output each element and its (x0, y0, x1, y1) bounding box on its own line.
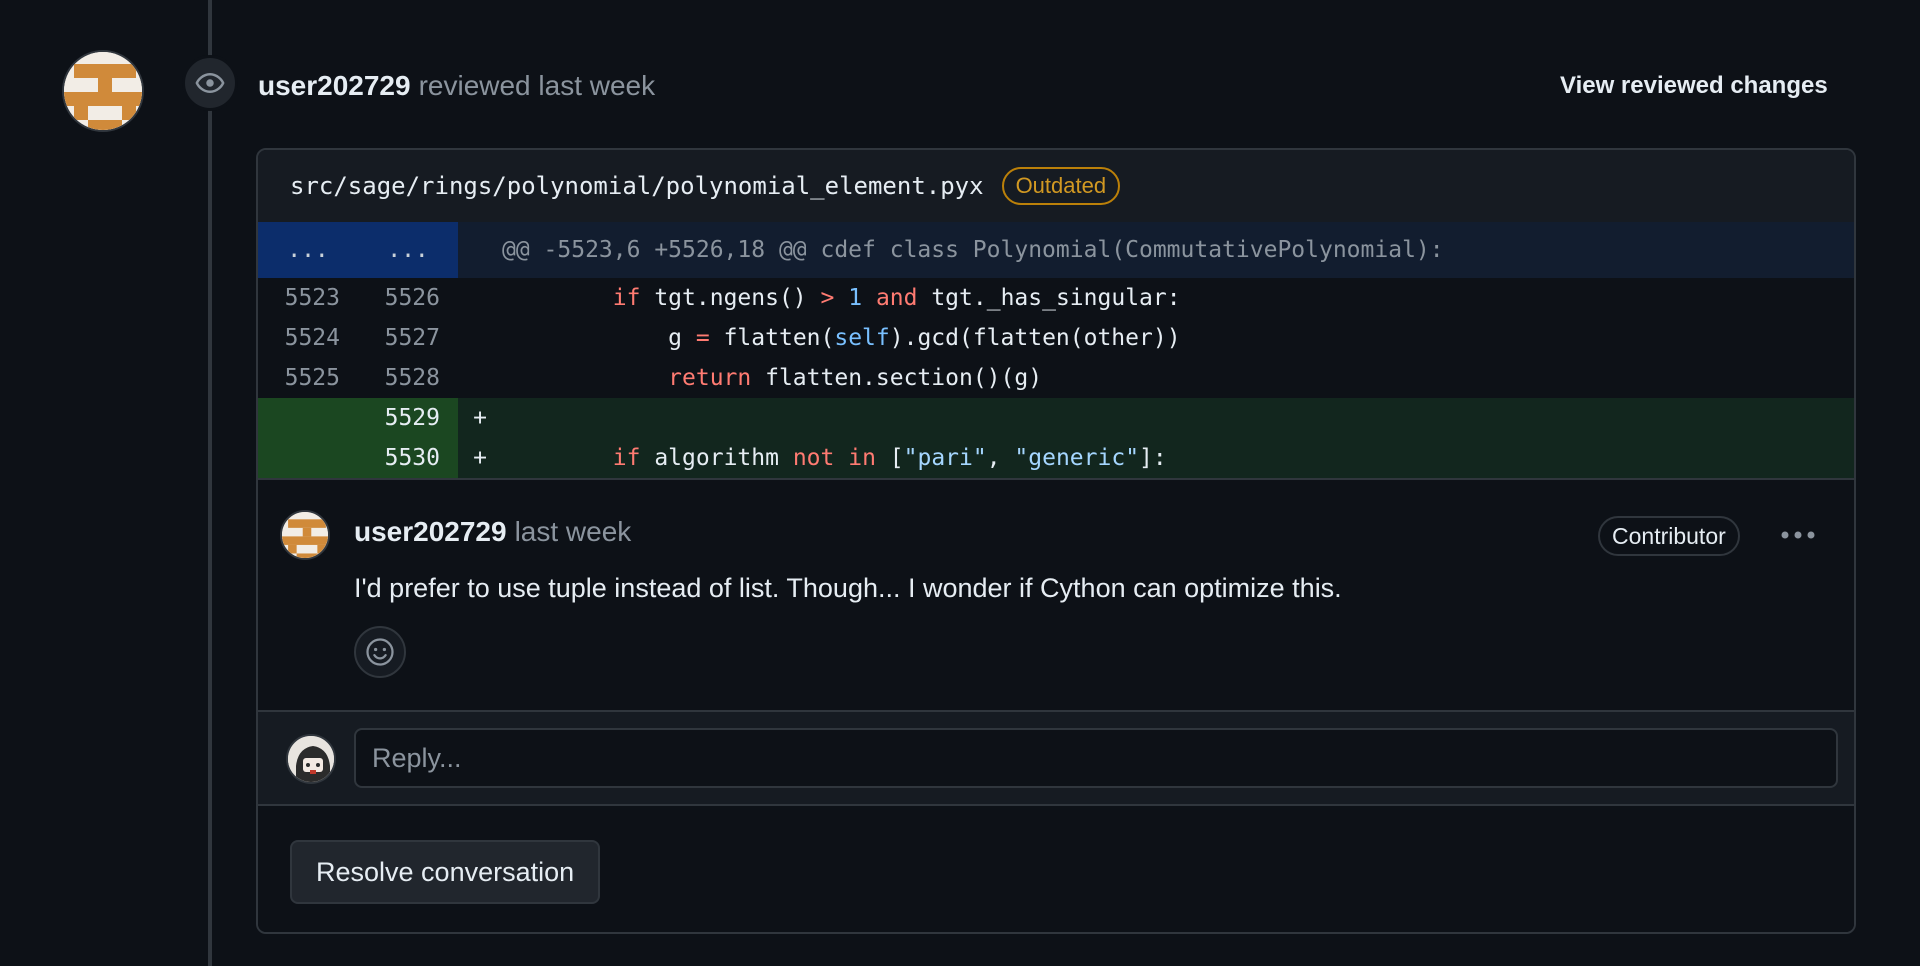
line-number-new[interactable]: 5529 (358, 398, 458, 438)
view-reviewed-changes-link[interactable]: View reviewed changes (1560, 68, 1828, 104)
line-number-old[interactable] (258, 438, 358, 478)
code-keyword: if (612, 445, 641, 471)
diff-line-added: 5529 + (258, 398, 1854, 438)
line-number-old[interactable]: 5524 (258, 318, 358, 358)
diff-line-added: 5530 + if algorithm not in ["pari", "gen… (258, 438, 1854, 478)
file-header: src/sage/rings/polynomial/polynomial_ele… (258, 150, 1854, 222)
code-self: self (834, 325, 890, 351)
code-number: 1 (848, 285, 863, 311)
diff-line: 5525 5528 return flatten.section()(g) (258, 358, 1854, 398)
hunk-expand-left[interactable]: ... (258, 222, 358, 278)
diff-line: 5523 5526 if tgt.ngens() > 1 and tgt._ha… (258, 278, 1854, 318)
diff-marker: + (473, 445, 487, 471)
comment-author-link[interactable]: user202729 (354, 516, 507, 547)
identicon-graphic (64, 52, 142, 130)
comment-timestamp-link[interactable]: last week (515, 516, 632, 547)
comment-author-avatar[interactable] (280, 510, 330, 560)
code-string: "pari" (903, 445, 987, 471)
code-text: g (668, 325, 696, 351)
comment-header: user202729 last week (354, 514, 631, 550)
code-line: if algorithm not in ["pari", "generic"]: (502, 445, 1167, 471)
eye-icon (182, 55, 238, 111)
line-number-old[interactable]: 5525 (258, 358, 358, 398)
timeline-line (208, 0, 212, 966)
review-comment: user202729 last week Contributor I'd pref… (258, 478, 1854, 710)
code-text: ).gcd(flatten(other)) (889, 325, 1181, 351)
hunk-header-text: @@ -5523,6 +5526,18 @@ cdef class Polyno… (502, 237, 1444, 263)
line-number-new[interactable]: 5528 (358, 358, 458, 398)
code-text: , (986, 445, 1015, 471)
identicon-graphic (282, 512, 328, 558)
review-header: user202729 reviewed last week (258, 68, 655, 104)
code-string: "generic" (1014, 445, 1140, 471)
review-thread: src/sage/rings/polynomial/polynomial_ele… (256, 148, 1856, 934)
diff-table: ... ... @@ -5523,6 +5526,18 @@ cdef clas… (258, 222, 1854, 478)
code-text: tgt.ngens() (640, 285, 821, 311)
code-keyword: in (848, 445, 876, 471)
review-action-text[interactable]: reviewed last week (419, 70, 656, 101)
code-line: if tgt.ngens() > 1 and tgt._has_singular… (502, 285, 1181, 311)
avatar-graphic (288, 736, 334, 782)
line-number-new[interactable]: 5530 (358, 438, 458, 478)
code-text: flatten( (709, 325, 835, 351)
code-text: flatten.section()(g) (751, 365, 1043, 391)
line-number-new[interactable]: 5527 (358, 318, 458, 358)
review-author-link[interactable]: user202729 (258, 70, 411, 101)
code-line: g = flatten(self).gcd(flatten(other)) (502, 325, 1181, 351)
reviewer-avatar[interactable] (62, 50, 144, 132)
current-user-avatar[interactable] (286, 734, 336, 784)
resolve-conversation-button[interactable]: Resolve conversation (290, 840, 601, 904)
code-text: [ (875, 445, 904, 471)
code-text: ]: (1139, 445, 1167, 471)
code-keyword: if (612, 285, 641, 311)
smiley-icon[interactable] (354, 626, 406, 678)
code-text: algorithm (640, 445, 793, 471)
code-text: tgt._has_singular: (917, 285, 1181, 311)
reply-area (258, 710, 1854, 806)
code-keyword: not (792, 445, 835, 471)
contributor-badge: Contributor (1598, 516, 1740, 556)
hunk-header-row: ... ... @@ -5523,6 +5526,18 @@ cdef clas… (258, 222, 1854, 278)
code-operator: > (820, 285, 835, 311)
hunk-expand-right[interactable]: ... (358, 222, 458, 278)
line-number-old[interactable] (258, 398, 358, 438)
code-keyword: and (875, 285, 918, 311)
code-line: return flatten.section()(g) (502, 365, 1042, 391)
reply-input[interactable] (354, 728, 1838, 788)
diff-line: 5524 5527 g = flatten(self).gcd(flatten(… (258, 318, 1854, 358)
line-number-old[interactable]: 5523 (258, 278, 358, 318)
diff-marker: + (473, 405, 487, 431)
code-keyword: return (668, 365, 752, 391)
comment-body: I'd prefer to use tuple instead of list.… (354, 573, 1342, 603)
line-number-new[interactable]: 5526 (358, 278, 458, 318)
file-path-link[interactable]: src/sage/rings/polynomial/polynomial_ele… (290, 172, 984, 200)
kebab-horizontal-icon[interactable] (1778, 520, 1818, 550)
code-operator: = (695, 325, 710, 351)
outdated-badge: Outdated (1001, 167, 1121, 205)
